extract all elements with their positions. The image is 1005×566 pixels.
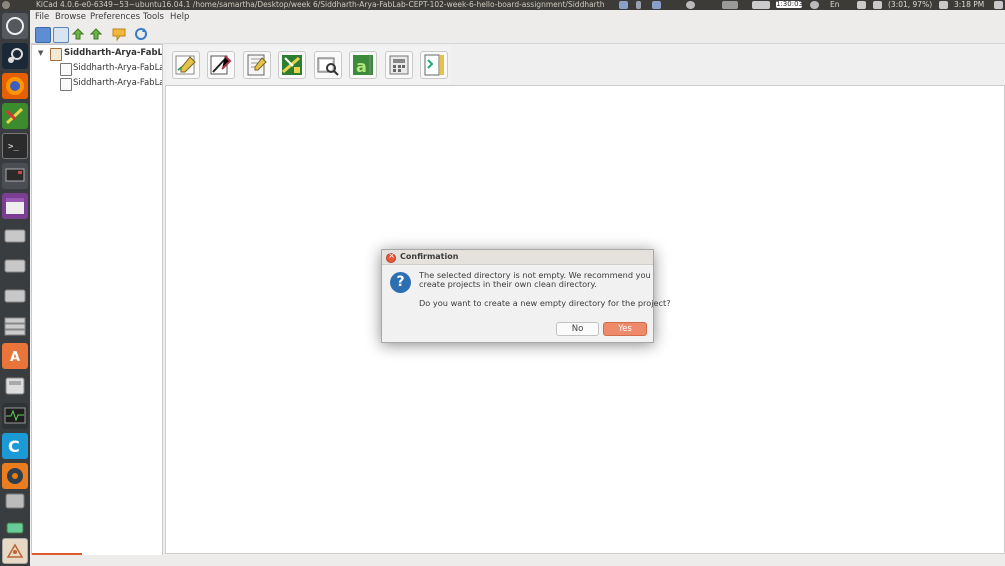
timer-badge[interactable]: 1:30:03 [776,1,803,8]
disk-icon[interactable] [2,373,28,399]
open-project-icon[interactable] [53,27,69,43]
kicad-pcbnew-icon[interactable] [2,103,28,129]
blender-icon[interactable] [2,463,28,489]
comment-icon[interactable] [112,27,126,42]
gerbview-icon[interactable] [314,51,342,79]
menu-help[interactable]: Help [170,11,189,24]
kicad-icon[interactable] [2,538,28,564]
drive-stack-icon[interactable] [2,313,28,339]
terminal-icon[interactable]: >_ [2,133,28,159]
firefox-icon[interactable] [2,73,28,99]
svg-text:C: C [8,437,20,456]
project-file-icon [50,48,62,61]
tree-item[interactable]: Siddharth-Arya-FabLab- [73,62,162,74]
network-icon[interactable] [939,1,948,9]
close-icon[interactable] [386,251,396,263]
svg-text:>_: >_ [8,142,19,152]
menu-preferences[interactable]: Preferences [90,11,140,24]
menubar: File Browse Preferences Tools Help [30,10,1005,25]
volume-icon[interactable] [873,1,882,9]
main-toolbar [30,25,1005,44]
refresh-icon[interactable] [134,27,148,41]
pcbnew-icon[interactable] [243,51,271,79]
cura-icon[interactable]: C [2,433,28,459]
svg-text:a: a [356,57,367,76]
download-indicator-icon[interactable] [636,1,641,9]
archive-icon[interactable] [89,27,103,41]
weather-indicator-icon[interactable] [752,1,770,9]
dropbox-indicator-icon[interactable] [619,1,628,9]
drive-icon[interactable] [2,283,28,309]
no-button[interactable]: No [556,322,599,336]
eeschema-icon[interactable] [172,51,200,79]
monitor-icon[interactable] [2,163,28,189]
keyboard-layout[interactable]: En [830,0,840,10]
usb-icon[interactable] [2,488,28,514]
steam-icon[interactable] [2,43,28,69]
top-panel: KiCad 4.0.6-e0-6349~53~ubuntu16.04.1 /ho… [0,0,1005,10]
wifi-icon[interactable] [810,1,819,9]
window-close-icon[interactable] [2,1,10,9]
battery-status[interactable]: (3:01, 97%) [888,0,932,10]
cpu-graph-icon [722,1,738,9]
tree-item[interactable]: Siddharth-Arya-FabLab- [73,77,162,89]
tree-expander-icon[interactable]: ▼ [38,49,43,57]
software-center-icon[interactable]: A [2,343,28,369]
menu-file[interactable]: File [35,11,49,24]
drive-icon[interactable] [2,223,28,249]
drive-icon[interactable] [2,253,28,279]
launcher: >_ A C [0,10,30,566]
accessibility-indicator-icon[interactable] [686,1,695,9]
pcb-file-icon [60,78,72,91]
mail-icon[interactable] [857,1,866,9]
dialog-titlebar: Confirmation [382,250,653,265]
menu-tools[interactable]: Tools [143,11,164,24]
dialog-title: Confirmation [400,252,459,261]
dialog-message-line2: create projects in their own clean direc… [419,279,597,289]
tree-root[interactable]: Siddharth-Arya-FabLab- [64,47,162,59]
window-title: KiCad 4.0.6-e0-6349~53~ubuntu16.04.1 /ho… [36,0,605,9]
yes-button[interactable]: Yes [603,322,647,336]
confirmation-dialog: Confirmation ? The selected directory is… [381,249,671,343]
kicad-tools: a [167,46,451,84]
project-tree: ▼ Siddharth-Arya-FabLab- Siddharth-Arya-… [31,44,163,556]
svg-text:A: A [10,350,20,365]
system-monitor-icon[interactable] [2,403,28,429]
clock[interactable]: 3:18 PM [954,0,984,10]
new-project-icon[interactable] [35,27,51,43]
dialog-question: Do you want to create a new empty direct… [419,298,671,308]
save-project-icon[interactable] [71,27,85,41]
pcb-calculator-icon[interactable] [385,51,413,79]
status-bar [30,555,1005,566]
menu-browse[interactable]: Browse [55,11,86,24]
schematic-file-icon [60,63,72,76]
screenshot-icon[interactable] [2,193,28,219]
bitmap2component-icon[interactable]: a [349,51,377,79]
ubuntu-dash-icon[interactable] [2,13,28,39]
question-icon: ? [390,272,411,293]
page-layout-editor-icon[interactable] [420,51,448,79]
power-icon[interactable] [994,1,1003,9]
sync-indicator-icon[interactable] [652,1,661,9]
footprint-editor-icon[interactable] [278,51,306,79]
library-editor-icon[interactable] [207,51,235,79]
